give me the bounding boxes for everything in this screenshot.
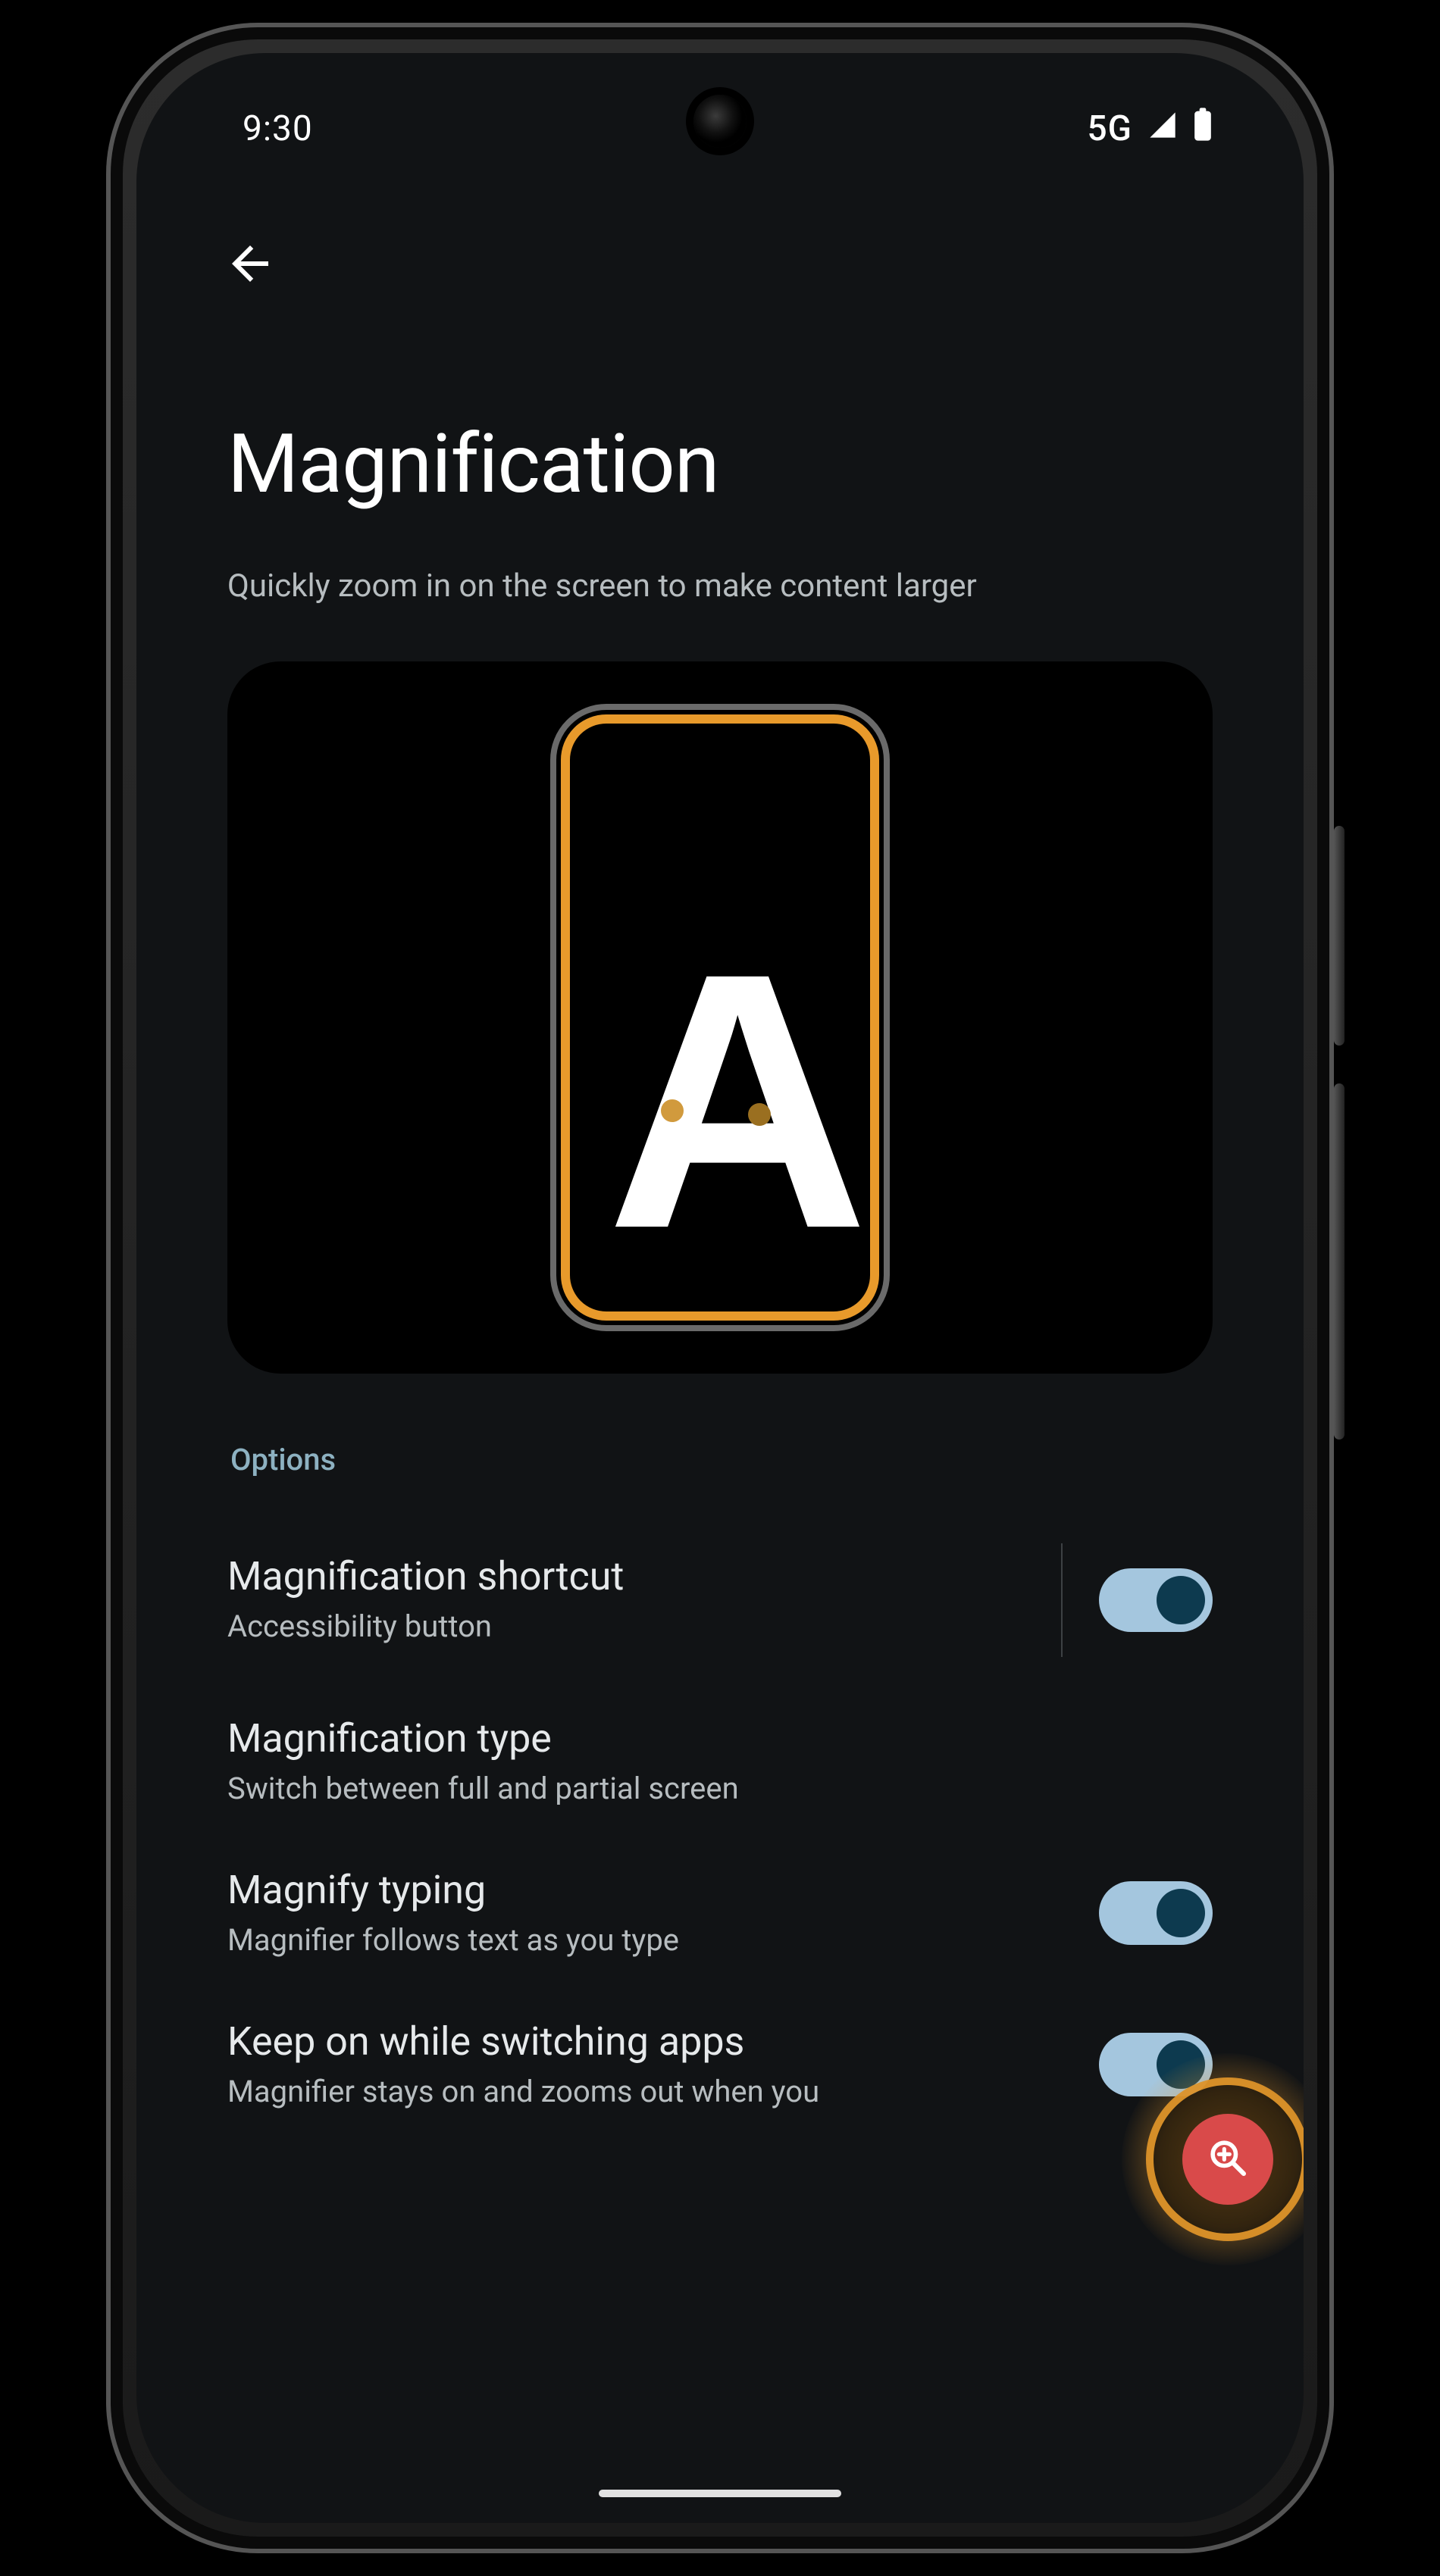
option-desc: Magnifier follows text as you type bbox=[227, 1921, 1069, 1960]
back-button[interactable] bbox=[212, 227, 288, 303]
option-desc: Magnifier stays on and zooms out when yo… bbox=[227, 2072, 1069, 2112]
battery-icon bbox=[1193, 108, 1213, 150]
hero-glyph: A bbox=[606, 974, 854, 1228]
status-time: 9:30 bbox=[243, 108, 313, 149]
phone-frame: 9:30 5G Magnification bbox=[106, 23, 1334, 2553]
toggle-magnify-typing[interactable] bbox=[1099, 1881, 1213, 1945]
option-magnify-typing[interactable]: Magnify typing Magnifier follows text as… bbox=[227, 1843, 1213, 1994]
option-desc: Switch between full and partial screen bbox=[227, 1769, 1182, 1809]
toggle-magnification-shortcut[interactable] bbox=[1099, 1568, 1213, 1632]
page-title: Magnification bbox=[227, 417, 1213, 512]
hero-card: A bbox=[227, 661, 1213, 1374]
status-bar: 9:30 5G bbox=[136, 83, 1304, 174]
option-title: Magnification type bbox=[227, 1715, 1182, 1762]
option-title: Magnification shortcut bbox=[227, 1553, 1025, 1599]
option-magnification-shortcut[interactable]: Magnification shortcut Accessibility but… bbox=[227, 1519, 1213, 1691]
option-desc: Accessibility button bbox=[227, 1607, 1025, 1646]
section-label: Options bbox=[230, 1442, 1213, 1477]
screen: 9:30 5G Magnification bbox=[136, 53, 1304, 2523]
hero-dot-icon bbox=[748, 1103, 771, 1126]
arrow-back-icon bbox=[223, 236, 277, 294]
zoom-in-icon bbox=[1207, 2137, 1249, 2182]
nav-handle[interactable] bbox=[599, 2490, 841, 2497]
option-keep-on-switching-apps[interactable]: Keep on while switching apps Magnifier s… bbox=[227, 1994, 1213, 2112]
signal-icon bbox=[1147, 108, 1178, 149]
option-title: Keep on while switching apps bbox=[227, 2018, 1069, 2065]
option-title: Magnify typing bbox=[227, 1867, 1069, 1913]
accessibility-button-highlight bbox=[1122, 2053, 1304, 2265]
hero-phone-illustration: A bbox=[561, 714, 879, 1321]
status-network-label: 5G bbox=[1088, 108, 1132, 149]
hero-dot-icon bbox=[661, 1099, 684, 1122]
divider bbox=[1061, 1543, 1063, 1657]
accessibility-button[interactable] bbox=[1182, 2114, 1273, 2205]
power-button bbox=[1334, 826, 1345, 1046]
option-magnification-type[interactable]: Magnification type Switch between full a… bbox=[227, 1691, 1213, 1843]
page-subtitle: Quickly zoom in on the screen to make co… bbox=[227, 565, 1213, 608]
volume-button bbox=[1334, 1083, 1345, 1440]
